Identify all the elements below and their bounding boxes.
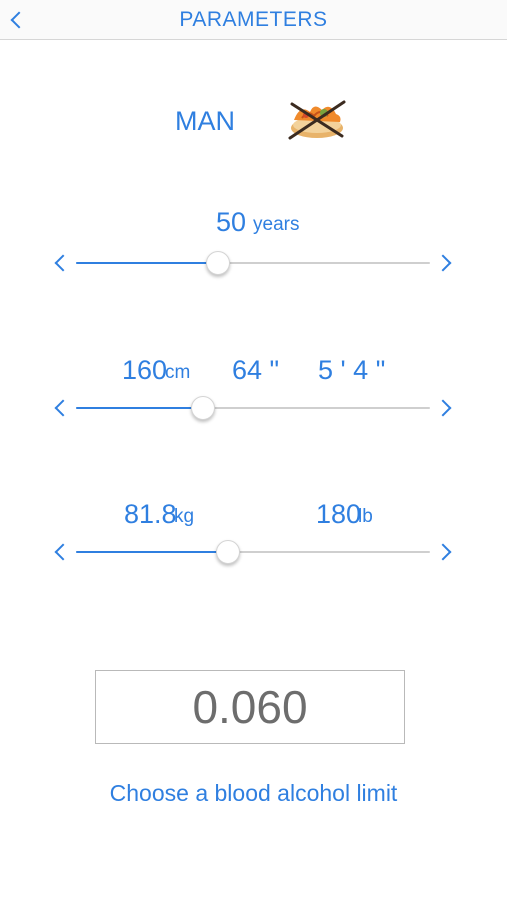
chevron-right-icon — [434, 543, 452, 561]
alcohol-limit-caption[interactable]: Choose a blood alcohol limit — [0, 780, 507, 807]
height-slider-thumb[interactable] — [191, 396, 216, 420]
chevron-right-icon — [434, 254, 452, 272]
height-cm-unit: cm — [165, 362, 191, 383]
chevron-left-icon — [54, 399, 72, 417]
chevron-left-icon — [54, 254, 72, 272]
height-slider-track[interactable] — [76, 396, 430, 420]
weight-lb-unit: lb — [358, 506, 373, 527]
alcohol-limit-field[interactable]: 0.060 — [95, 670, 405, 744]
height-slider-fill — [76, 407, 204, 409]
weight-kg-value: 81.8 — [124, 499, 177, 529]
chevron-right-icon — [434, 399, 452, 417]
age-decrease-button[interactable] — [48, 248, 74, 278]
weight-slider[interactable] — [48, 537, 458, 567]
height-cm-value: 160 — [122, 355, 168, 385]
weight-lb-value: 180 — [316, 499, 362, 529]
weight-slider-track[interactable] — [76, 540, 430, 564]
age-slider-track[interactable] — [76, 251, 430, 275]
weight-kg-unit: kg — [174, 506, 195, 527]
age-value: 50 — [216, 207, 247, 237]
weight-slider-thumb[interactable] — [216, 540, 241, 564]
age-slider-thumb[interactable] — [205, 251, 230, 275]
age-slider-fill — [76, 262, 218, 264]
page-title: PARAMETERS — [179, 8, 328, 31]
height-inches-value: 64 " — [232, 355, 280, 385]
height-feet-inches-value: 5 ' 4 " — [318, 355, 386, 385]
weight-slider-fill — [76, 551, 229, 553]
chevron-left-icon — [54, 543, 72, 561]
weight-increase-button[interactable] — [432, 537, 458, 567]
height-increase-button[interactable] — [432, 393, 458, 423]
gender-label[interactable]: MAN — [175, 106, 235, 137]
age-increase-button[interactable] — [432, 248, 458, 278]
height-slider[interactable] — [48, 393, 458, 423]
alcohol-limit-value: 0.060 — [192, 681, 308, 733]
age-slider[interactable] — [48, 248, 458, 278]
weight-decrease-button[interactable] — [48, 537, 74, 567]
crossed-out-food-icon[interactable] — [284, 96, 350, 142]
nav-bar: PARAMETERS — [0, 0, 507, 40]
height-decrease-button[interactable] — [48, 393, 74, 423]
age-unit: years — [253, 214, 300, 235]
